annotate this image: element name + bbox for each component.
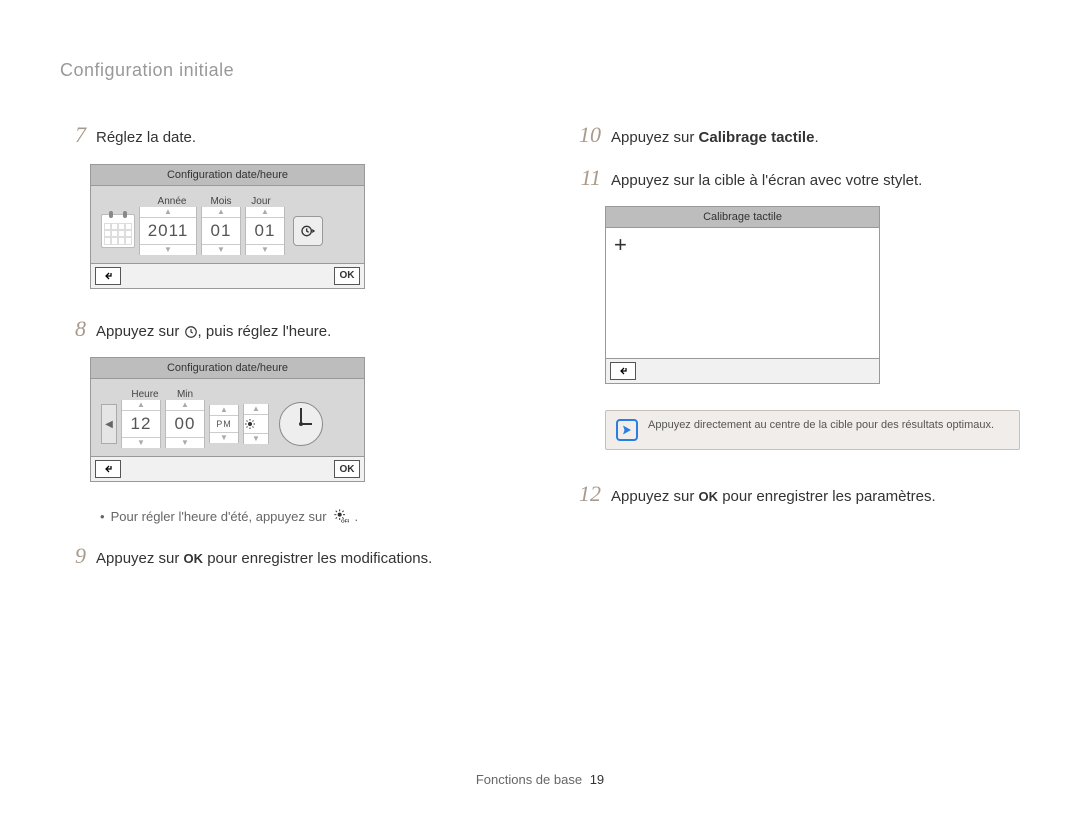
clock-icon xyxy=(184,325,198,339)
dst-off-icon: OFF xyxy=(333,508,349,524)
label-min: Min xyxy=(165,389,205,400)
step-text: Appuyez sur OK pour enregistrer les modi… xyxy=(96,549,505,569)
ampm-value: PM xyxy=(210,415,238,433)
date-config-screen: Configuration date/heure Année Mois Jour… xyxy=(90,164,365,289)
right-column: 10 Appuyez sur Calibrage tactile. 11 App… xyxy=(575,121,1020,585)
info-icon xyxy=(616,419,638,441)
step-number: 11 xyxy=(575,164,601,193)
step-7: 7 Réglez la date. xyxy=(60,121,505,150)
step-text: Appuyez sur la cible à l'écran avec votr… xyxy=(611,171,1020,191)
minute-spinner[interactable]: ▲ 00 ▼ xyxy=(165,400,205,448)
back-button[interactable] xyxy=(95,267,121,285)
ok-button[interactable]: OK xyxy=(334,267,360,285)
step-number: 12 xyxy=(575,480,601,509)
svg-text:OFF: OFF xyxy=(341,519,349,524)
label-hour: Heure xyxy=(125,389,165,400)
calibration-target-icon[interactable]: + xyxy=(614,234,627,256)
screen-title: Configuration date/heure xyxy=(91,358,364,379)
month-value: 01 xyxy=(202,217,240,245)
minute-value: 00 xyxy=(166,410,204,438)
screen-title: Calibrage tactile xyxy=(606,207,879,228)
label-year: Année xyxy=(143,196,201,207)
dst-note: Pour régler l'heure d'été, appuyez sur O… xyxy=(100,508,505,524)
left-column: 7 Réglez la date. Configuration date/heu… xyxy=(60,121,505,585)
month-spinner[interactable]: ▲ 01 ▼ xyxy=(201,207,241,255)
ok-icon: OK xyxy=(699,489,719,506)
prev-button[interactable]: ◀ xyxy=(101,404,117,444)
calendar-icon xyxy=(101,214,135,248)
ok-icon: OK xyxy=(184,551,204,568)
breadcrumb: Configuration initiale xyxy=(60,60,1020,81)
hour-value: 12 xyxy=(122,410,160,438)
step-9: 9 Appuyez sur OK pour enregistrer les mo… xyxy=(60,542,505,571)
day-spinner[interactable]: ▲ 01 ▼ xyxy=(245,207,285,255)
note-text: Appuyez directement au centre de la cibl… xyxy=(648,419,994,431)
ampm-spinner[interactable]: ▲ PM ▼ xyxy=(209,405,239,443)
ok-button[interactable]: OK xyxy=(334,460,360,478)
step-number: 10 xyxy=(575,121,601,150)
step-number: 7 xyxy=(60,121,86,150)
step-10: 10 Appuyez sur Calibrage tactile. xyxy=(575,121,1020,150)
time-config-screen: Configuration date/heure Heure Min ◀ ▲ 1… xyxy=(90,357,365,482)
page-footer: Fonctions de base 19 xyxy=(0,772,1080,787)
back-button[interactable] xyxy=(95,460,121,478)
step-12: 12 Appuyez sur OK pour enregistrer les p… xyxy=(575,480,1020,509)
day-value: 01 xyxy=(246,217,284,245)
step-number: 9 xyxy=(60,542,86,571)
label-month: Mois xyxy=(201,196,241,207)
step-8: 8 Appuyez sur , puis réglez l'heure. xyxy=(60,315,505,344)
dst-spinner[interactable]: ▲ ▼ xyxy=(243,404,269,444)
calibration-screen: Calibrage tactile + xyxy=(605,206,880,384)
label-day: Jour xyxy=(241,196,281,207)
switch-to-time-button[interactable] xyxy=(293,216,323,246)
dst-icon xyxy=(244,414,268,434)
step-text: Appuyez sur OK pour enregistrer les para… xyxy=(611,487,1020,507)
analog-clock[interactable] xyxy=(279,402,323,446)
step-number: 8 xyxy=(60,315,86,344)
year-spinner[interactable]: ▲ 2011 ▼ xyxy=(139,207,197,255)
step-11: 11 Appuyez sur la cible à l'écran avec v… xyxy=(575,164,1020,193)
step-text: Appuyez sur Calibrage tactile. xyxy=(611,128,1020,148)
info-note: Appuyez directement au centre de la cibl… xyxy=(605,410,1020,450)
step-text: Appuyez sur , puis réglez l'heure. xyxy=(96,322,505,342)
year-value: 2011 xyxy=(140,217,196,245)
step-text: Réglez la date. xyxy=(96,128,505,148)
screen-title: Configuration date/heure xyxy=(91,165,364,186)
hour-spinner[interactable]: ▲ 12 ▼ xyxy=(121,400,161,448)
back-button[interactable] xyxy=(610,362,636,380)
